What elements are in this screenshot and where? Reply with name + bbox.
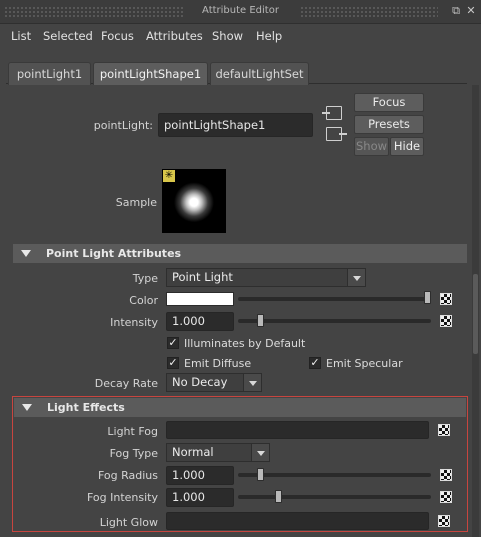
chevron-down-icon (243, 374, 261, 391)
emit-specular-label: Emit Specular (326, 357, 403, 370)
fog-intensity-slider-thumb[interactable] (275, 490, 283, 503)
intensity-field[interactable]: 1.000 (166, 312, 234, 331)
node-label: pointLight: (93, 119, 153, 132)
emit-diffuse-label: Emit Diffuse (184, 357, 252, 370)
light-glow-label: Light Glow (99, 516, 158, 529)
menu-list[interactable]: List (11, 29, 31, 43)
menu-show[interactable]: Show (212, 29, 243, 43)
fog-intensity-field[interactable]: 1.000 (166, 488, 234, 507)
sample-label: Sample (115, 196, 157, 209)
tab-pointlight1[interactable]: pointLight1 (8, 62, 91, 85)
show-button[interactable]: Show (354, 137, 389, 156)
light-glow-field[interactable] (166, 512, 429, 530)
light-fog-field[interactable] (166, 421, 429, 439)
fog-intensity-slider-track[interactable] (238, 495, 431, 499)
fog-radius-map-icon[interactable] (440, 469, 452, 481)
point-light-attributes-header[interactable]: Point Light Attributes (13, 244, 467, 263)
fog-radius-slider-track[interactable] (238, 473, 431, 477)
fog-type-dropdown[interactable]: Normal (166, 443, 270, 462)
type-dropdown[interactable]: Point Light (166, 268, 366, 287)
color-swatch[interactable] (166, 292, 234, 306)
decay-rate-value: No Decay (172, 375, 228, 389)
chevron-down-icon (347, 269, 365, 286)
hide-button[interactable]: Hide (390, 137, 424, 156)
node-name-field[interactable]: pointLightShape1 (158, 113, 313, 137)
output-connection-icon[interactable] (326, 127, 347, 141)
decay-rate-dropdown[interactable]: No Decay (166, 373, 262, 392)
fog-type-label: Fog Type (109, 447, 158, 460)
intensity-slider-track[interactable] (238, 319, 431, 323)
intensity-slider-thumb[interactable] (256, 314, 264, 327)
menu-attributes[interactable]: Attributes (146, 29, 203, 43)
color-label: Color (129, 294, 158, 307)
tab-pointlightshape1[interactable]: pointLightShape1 (93, 62, 208, 85)
type-label: Type (132, 272, 158, 285)
fog-radius-slider-thumb[interactable] (256, 468, 264, 481)
light-effects-header[interactable]: Light Effects (14, 398, 466, 417)
fog-radius-label: Fog Radius (97, 469, 158, 482)
illuminates-label: Illuminates by Default (184, 337, 306, 350)
light-fog-label: Light Fog (107, 425, 158, 438)
menu-help[interactable]: Help (256, 29, 282, 43)
float-window-icon[interactable]: ⧉ (450, 5, 462, 17)
tab-defaultlightset[interactable]: defaultLightSet (210, 62, 309, 85)
intensity-map-icon[interactable] (440, 315, 452, 327)
emit-diffuse-checkbox[interactable]: ✓ (167, 357, 179, 369)
color-slider-track[interactable] (238, 297, 431, 301)
scrollbar-thumb[interactable] (473, 274, 478, 354)
title-bar: Attribute Editor ⧉ ✕ (0, 0, 481, 24)
intensity-label: Intensity (110, 316, 158, 329)
emit-specular-checkbox[interactable]: ✓ (309, 357, 321, 369)
light-fog-map-icon[interactable] (438, 424, 450, 436)
close-icon[interactable]: ✕ (465, 5, 477, 17)
window-title: Attribute Editor (202, 5, 279, 16)
section-title: Light Effects (47, 401, 125, 414)
fog-radius-field[interactable]: 1.000 (166, 466, 234, 485)
menu-focus[interactable]: Focus (101, 29, 134, 43)
fog-intensity-label: Fog Intensity (86, 491, 158, 504)
section-title: Point Light Attributes (46, 247, 182, 260)
chevron-down-icon (251, 444, 269, 461)
input-connection-icon[interactable] (322, 106, 342, 120)
light-glow-map-icon[interactable] (438, 515, 450, 527)
focus-button[interactable]: Focus (354, 93, 424, 112)
color-map-icon[interactable] (440, 293, 452, 305)
type-dropdown-value: Point Light (172, 270, 233, 284)
collapse-triangle-icon (22, 404, 32, 411)
refresh-sample-icon[interactable]: ✳ (163, 170, 175, 182)
illuminates-checkbox[interactable]: ✓ (167, 337, 179, 349)
collapse-triangle-icon (21, 250, 31, 257)
menu-bar: List Selected Focus Attributes Show Help (0, 25, 481, 47)
decay-rate-label: Decay Rate (94, 377, 158, 390)
fog-type-value: Normal (172, 445, 214, 459)
menu-selected[interactable]: Selected (43, 29, 93, 43)
color-slider-thumb[interactable] (424, 291, 431, 304)
presets-button[interactable]: Presets (354, 115, 424, 134)
fog-intensity-map-icon[interactable] (440, 491, 452, 503)
